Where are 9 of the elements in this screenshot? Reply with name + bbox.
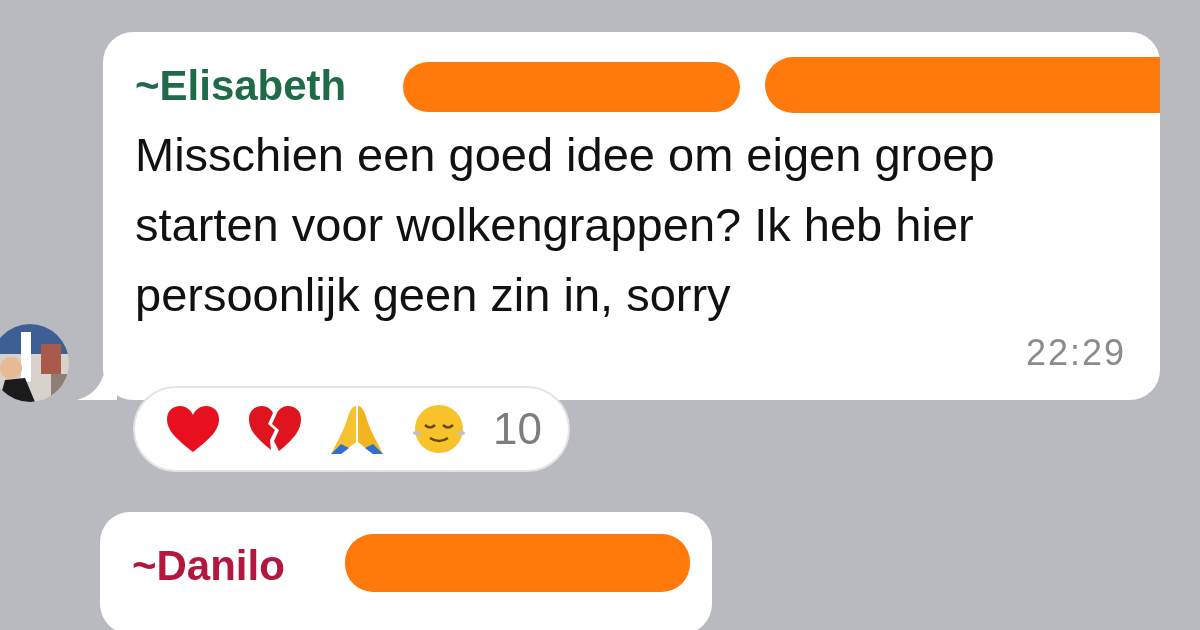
heart-icon <box>165 404 221 454</box>
reactions-bar[interactable]: 10 <box>133 386 570 472</box>
reaction-count: 10 <box>493 404 542 454</box>
message-text: Misschien een goed idee om eigen groep starten voor wolkengrappen? Ik heb hier persoonlijk geen zin in, sorry <box>135 127 996 323</box>
sender-name: ~Danilo <box>132 541 285 591</box>
broken-heart-icon <box>247 404 303 454</box>
sender-name: ~Elisabeth <box>135 61 347 111</box>
relieved-face-icon <box>411 403 467 455</box>
timestamp: 22:29 <box>1025 332 1126 374</box>
